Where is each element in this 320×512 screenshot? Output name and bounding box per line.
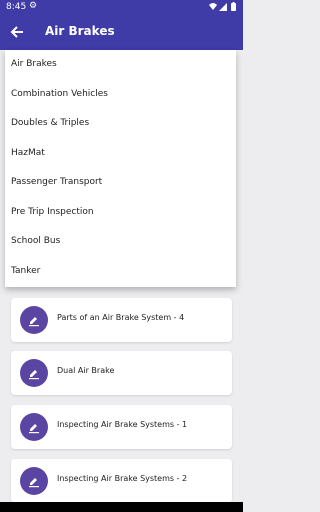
wifi-icon bbox=[209, 3, 217, 10]
menu-item-doubles-triples[interactable]: Doubles & Triples bbox=[11, 118, 89, 128]
signal-icon bbox=[219, 3, 227, 11]
menu-item-air-brakes[interactable]: Air Brakes bbox=[11, 59, 57, 69]
status-icons bbox=[209, 2, 236, 11]
pencil-icon bbox=[29, 317, 39, 327]
menu-item-passenger-transport[interactable]: Passenger Transport bbox=[11, 177, 102, 187]
lesson-title: Dual Air Brake bbox=[57, 366, 115, 375]
status-time: 8:45 bbox=[6, 2, 27, 12]
menu-item-hazmat[interactable]: HazMat bbox=[11, 148, 45, 158]
back-arrow-icon[interactable] bbox=[8, 23, 26, 41]
pencil-icon bbox=[29, 370, 39, 380]
lesson-card[interactable]: Parts of an Air Brake System - 4 bbox=[11, 298, 232, 342]
app-bar: Air Brakes bbox=[0, 15, 243, 50]
pencil-icon bbox=[29, 424, 39, 434]
lesson-card[interactable]: Inspecting Air Brake Systems - 1 bbox=[11, 405, 232, 449]
lesson-title: Inspecting Air Brake Systems - 2 bbox=[57, 474, 188, 483]
menu-item-school-bus[interactable]: School Bus bbox=[11, 236, 60, 246]
lesson-title: Inspecting Air Brake Systems - 1 bbox=[57, 420, 188, 429]
system-navigation-bar bbox=[0, 502, 243, 512]
battery-icon bbox=[231, 3, 236, 11]
menu-item-tanker[interactable]: Tanker bbox=[11, 266, 40, 276]
menu-item-combination-vehicles[interactable]: Combination Vehicles bbox=[11, 89, 108, 99]
status-bar: 8:45 ⚙ bbox=[0, 0, 243, 15]
lesson-icon-circle bbox=[20, 413, 48, 441]
lesson-icon-circle bbox=[20, 359, 48, 387]
category-dropdown-menu: Air Brakes Combination Vehicles Doubles … bbox=[5, 50, 236, 287]
lesson-card[interactable]: Inspecting Air Brake Systems - 2 bbox=[11, 459, 232, 503]
lesson-card[interactable]: Dual Air Brake bbox=[11, 351, 232, 395]
page-title: Air Brakes bbox=[45, 24, 115, 38]
lesson-icon-circle bbox=[20, 467, 48, 495]
lesson-title: Parts of an Air Brake System - 4 bbox=[57, 313, 185, 322]
settings-gear-icon: ⚙ bbox=[29, 1, 38, 11]
pencil-icon bbox=[29, 478, 39, 488]
menu-item-pre-trip-inspection[interactable]: Pre Trip Inspection bbox=[11, 207, 94, 217]
lesson-icon-circle bbox=[20, 306, 48, 334]
